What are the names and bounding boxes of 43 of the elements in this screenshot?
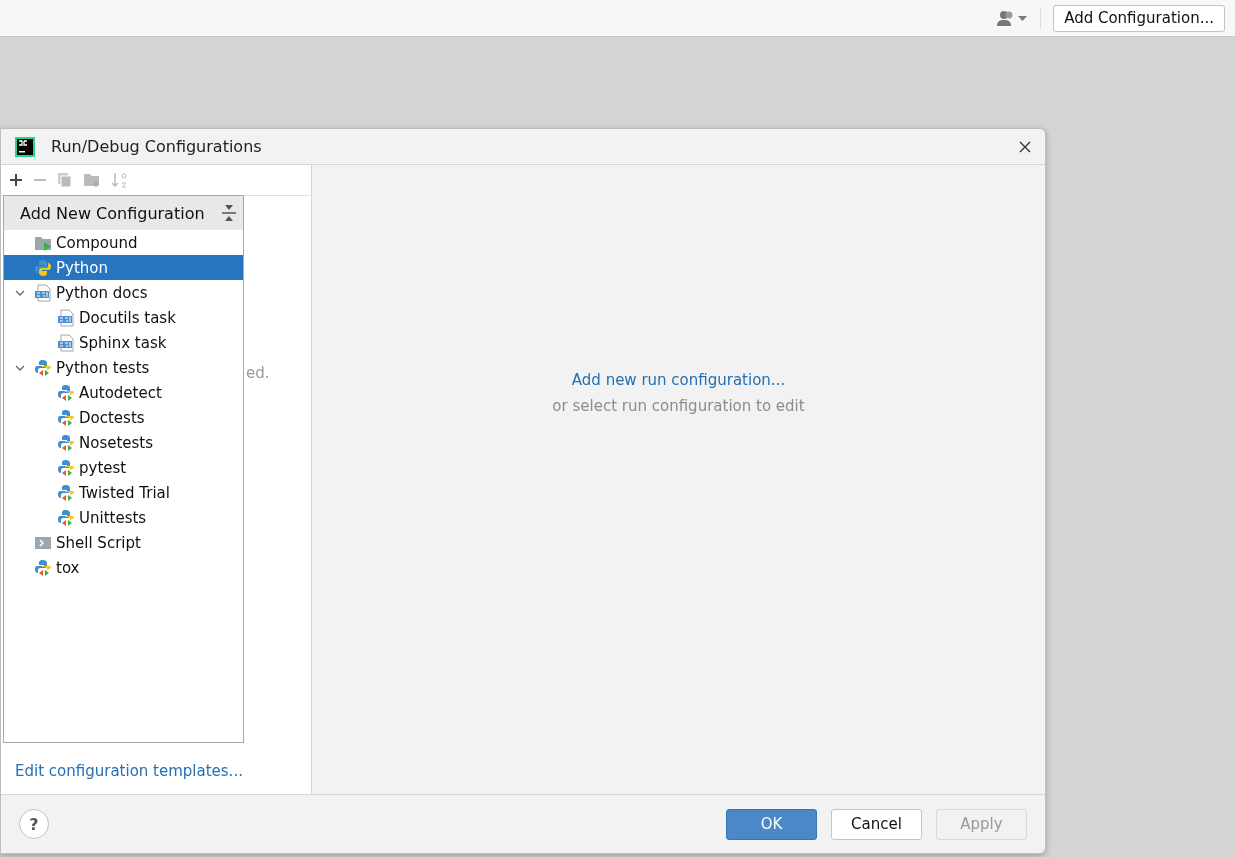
window-title: Run/Debug Configurations <box>51 137 263 156</box>
tree-item[interactable]: Python docs <box>4 280 243 305</box>
tree-item[interactable]: Nosetests <box>4 430 243 455</box>
tree-item[interactable]: Unittests <box>4 505 243 530</box>
python-test-icon <box>57 458 75 477</box>
python-test-icon <box>34 358 52 377</box>
popup-title: Add New Configuration <box>20 203 206 223</box>
tree-item[interactable]: Autodetect <box>4 380 243 405</box>
rst-file-icon <box>57 308 75 327</box>
panel-text: ed. <box>246 364 271 382</box>
tree-item[interactable]: Sphinx task <box>4 330 243 355</box>
python-test-icon <box>34 558 52 577</box>
python-icon <box>34 258 52 277</box>
tree-item[interactable]: Shell Script <box>4 530 243 555</box>
python-test-icon <box>57 483 75 502</box>
terminal-icon <box>34 534 52 551</box>
python-test-icon <box>57 383 75 402</box>
rst-file-icon <box>57 333 75 352</box>
tree-item[interactable]: Twisted Trial <box>4 480 243 505</box>
help-button[interactable]: ? <box>19 809 49 839</box>
app-logo-icon <box>15 136 35 157</box>
add-run-configuration-link[interactable]: Add new run configuration... <box>571 371 786 389</box>
tree-item[interactable]: tox <box>4 555 243 580</box>
close-icon[interactable] <box>1019 140 1031 153</box>
tree-item[interactable]: Python <box>4 255 243 280</box>
collapse-all-icon[interactable] <box>221 204 237 222</box>
hint-text: or select run configuration to edit <box>552 397 805 415</box>
python-test-icon <box>57 508 75 527</box>
plus-icon[interactable] <box>9 173 23 187</box>
tree-item[interactable]: Python tests <box>4 355 243 380</box>
python-test-icon <box>57 433 75 452</box>
dialog-button[interactable]: OK <box>726 808 817 840</box>
folder-play-icon <box>34 234 52 251</box>
user-dropdown-icon[interactable] <box>996 10 1029 26</box>
tree-item[interactable]: Doctests <box>4 405 243 430</box>
dialog-button[interactable]: Cancel <box>831 808 922 840</box>
tree-item[interactable]: Compound <box>4 230 243 255</box>
rst-file-icon <box>34 283 52 302</box>
tree-item[interactable]: pytest <box>4 455 243 480</box>
python-test-icon <box>57 408 75 427</box>
tree-item[interactable]: Docutils task <box>4 305 243 330</box>
edit-templates-link[interactable]: Edit configuration templates... <box>1 762 311 794</box>
add-configuration-button[interactable]: Add Configuration... <box>1053 4 1225 32</box>
